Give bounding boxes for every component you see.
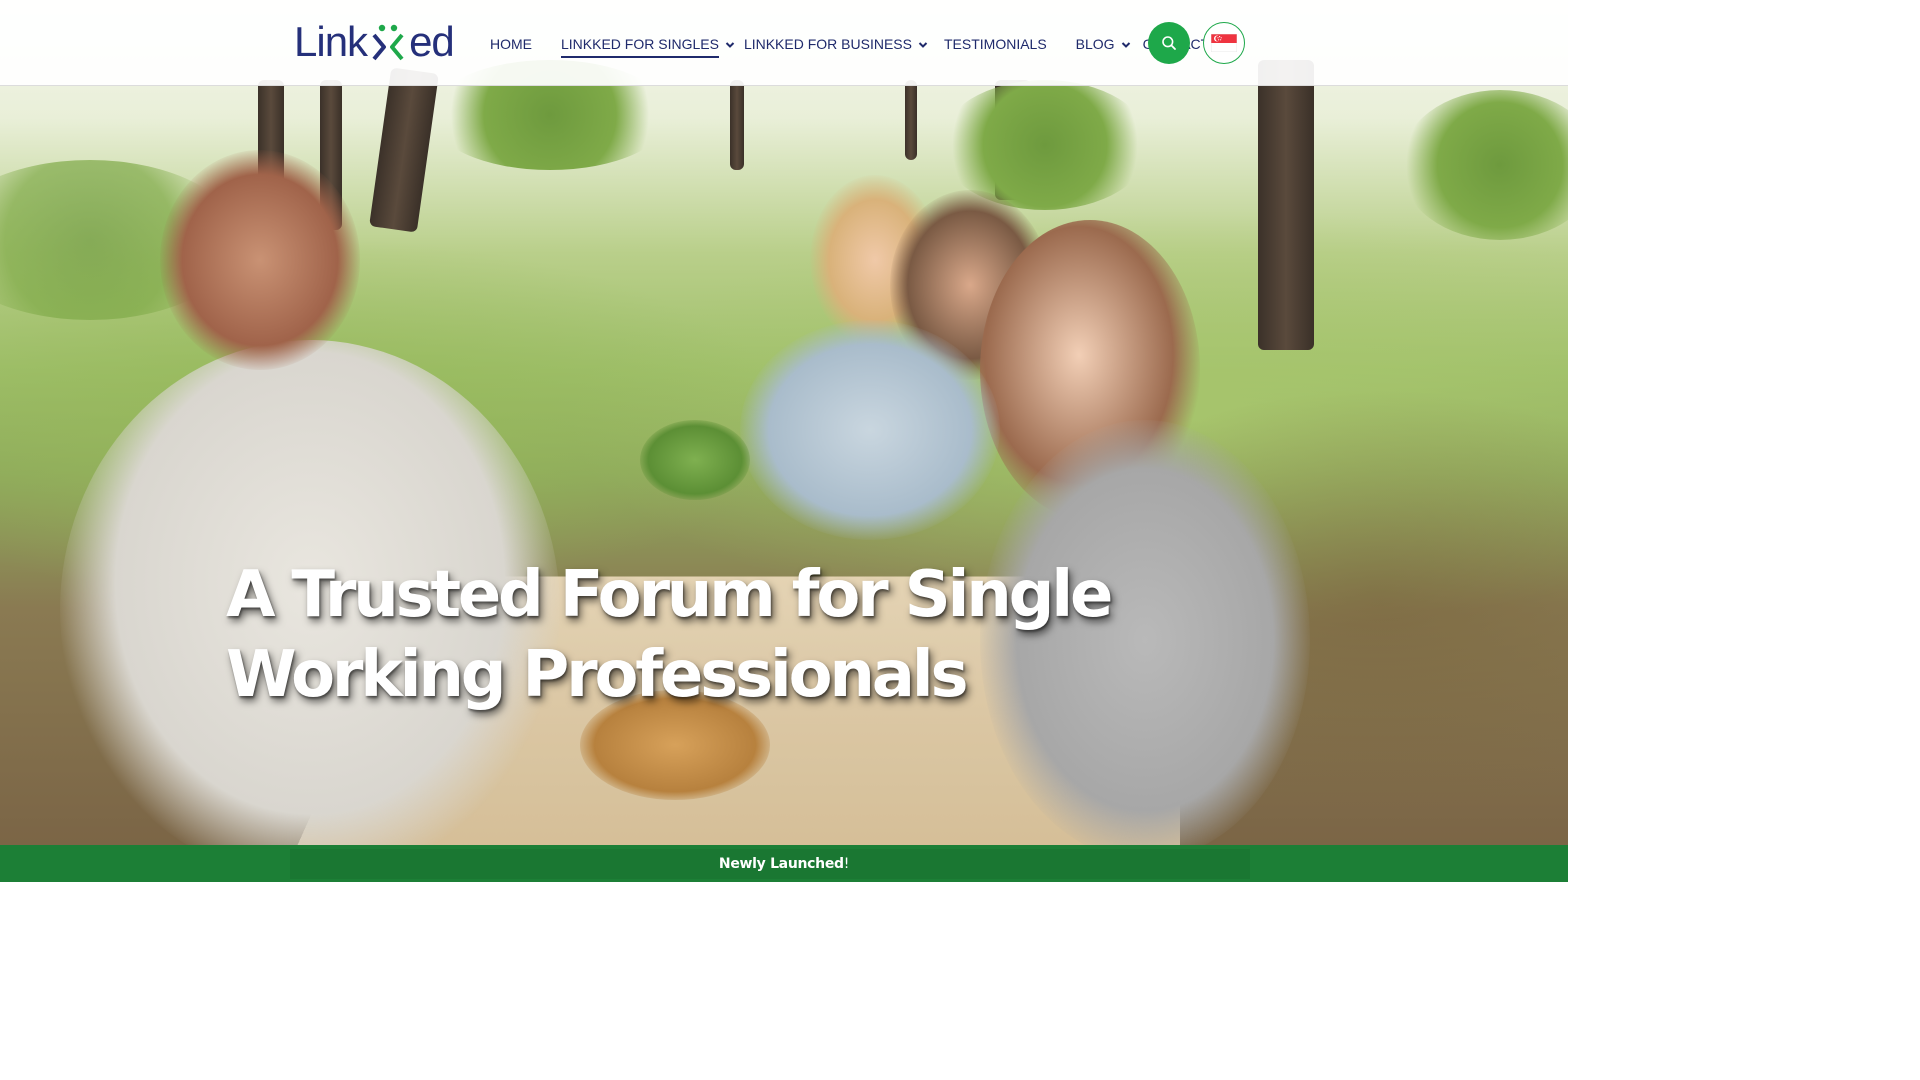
chevron-down-icon: [1121, 42, 1130, 48]
nav-item-linkked-for-business[interactable]: LINKKED FOR BUSINESS: [744, 30, 928, 58]
hero-title-line-1: A Trusted Forum for Single: [226, 558, 1113, 632]
hero-background-image: [0, 0, 1568, 845]
nav-label: LINKKED FOR BUSINESS: [743, 36, 912, 52]
hero-title-line-2: Working Professionals: [226, 638, 969, 712]
nav-label: TESTIMONIALS: [943, 36, 1047, 52]
nav-label-active: LINKKED FOR SINGLES: [561, 36, 719, 58]
singapore-flag-icon: [1211, 34, 1237, 52]
chevron-down-icon: [918, 42, 928, 48]
logo-text-left: Link: [294, 18, 368, 65]
logo-text-right: ed: [409, 18, 455, 65]
announcement-banner[interactable]: Newly Launched!: [0, 845, 1568, 882]
logo-mark-icon: [368, 22, 408, 62]
site-header: Link ed HOME LINKKED FOR SINGLES LINKKED…: [0, 0, 1568, 86]
language-region-button[interactable]: [1203, 22, 1245, 64]
nav-label: LINKKED FOR SINGLES: [561, 36, 719, 52]
nav-item-testimonials[interactable]: TESTIMONIALS: [944, 30, 1047, 58]
site-logo[interactable]: Link ed: [294, 18, 455, 66]
nav-label: HOME: [490, 36, 532, 52]
banner-text-bold: Newly Launched: [718, 855, 844, 872]
chevron-down-icon: [725, 42, 735, 48]
nav-item-home[interactable]: HOME: [490, 30, 532, 58]
search-button[interactable]: [1148, 22, 1190, 64]
page: Link ed HOME LINKKED FOR SINGLES LINKKED…: [0, 0, 1568, 882]
main-nav: HOME LINKKED FOR SINGLES LINKKED FOR BUS…: [490, 30, 1209, 58]
banner-text-tail: !: [843, 855, 850, 872]
search-icon: [1162, 36, 1176, 50]
hero-title: A Trusted Forum for Single Working Profe…: [226, 555, 1186, 715]
banner-text: Newly Launched!: [719, 856, 849, 872]
nav-item-blog[interactable]: BLOG: [1076, 30, 1131, 58]
nav-label: BLOG: [1075, 36, 1115, 52]
nav-item-linkked-for-singles[interactable]: LINKKED FOR SINGLES: [561, 30, 735, 58]
